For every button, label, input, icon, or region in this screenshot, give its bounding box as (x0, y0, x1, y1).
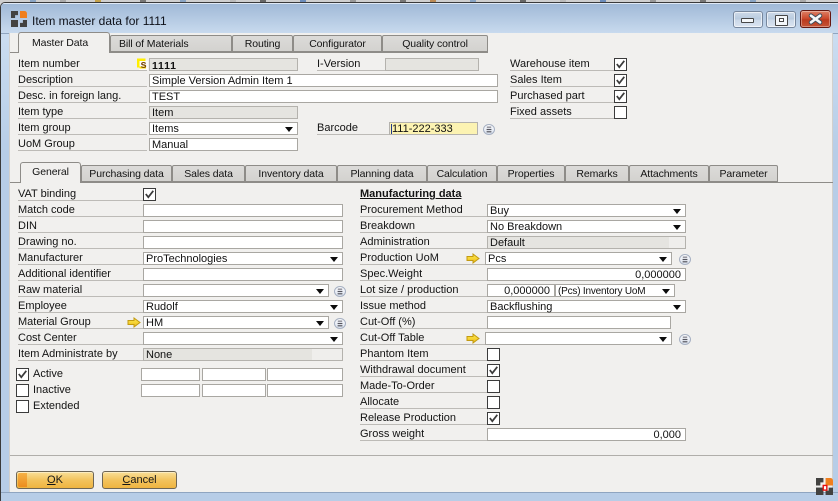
svg-text:s: s (141, 59, 147, 71)
